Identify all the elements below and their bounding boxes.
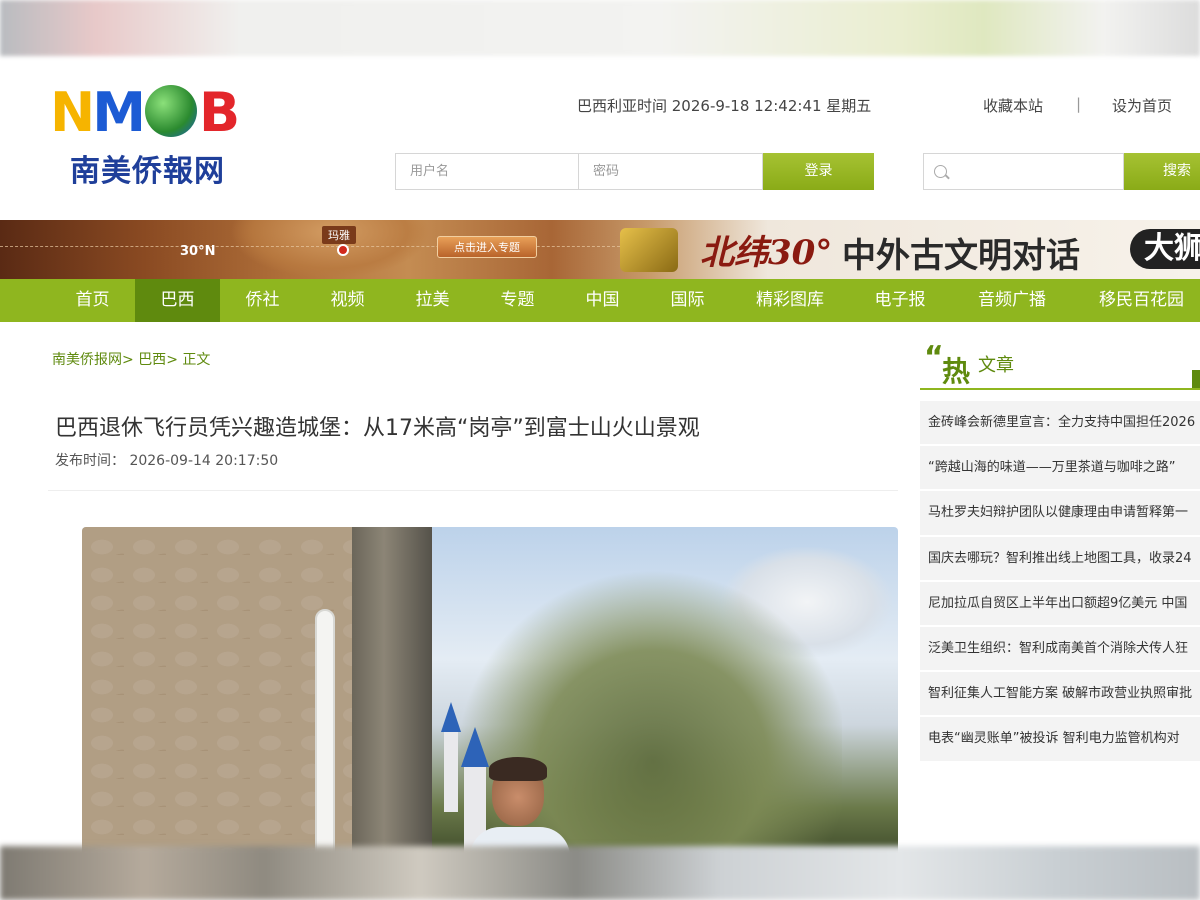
nav-item-video[interactable]: 视频 (305, 279, 390, 322)
photo-tower (352, 527, 432, 857)
hot-article-item[interactable]: 电表“幽灵账单”被投诉 智利电力监管机构对 (920, 717, 1200, 763)
set-homepage-link[interactable]: 设为首页 (1112, 95, 1172, 116)
breadcrumb-current: 正文 (182, 352, 211, 368)
site-logo[interactable]: NM B 南美侨報网 (50, 84, 245, 194)
main-nav: 首页 巴西 侨社 视频 拉美 专题 中国 国际 精彩图库 电子报 音频广播 移民… (0, 279, 1200, 322)
search-icon (934, 165, 947, 178)
nav-item-international[interactable]: 国际 (645, 279, 730, 322)
publish-time: 2026-09-14 20:17:50 (129, 453, 279, 469)
nav-item-epaper[interactable]: 电子报 (855, 279, 945, 322)
publish-label: 发布时间： (55, 453, 125, 469)
hot-article-item[interactable]: “跨越山海的味道——万里茶道与咖啡之路” (920, 446, 1200, 492)
hot-article-item[interactable]: 马杜罗夫妇辩护团队以健康理由申请暂释第一 (920, 491, 1200, 537)
breadcrumb-home[interactable]: 南美侨报网 (52, 352, 122, 368)
breadcrumb-brazil[interactable]: 巴西 (138, 352, 166, 368)
hot-header-underline (920, 388, 1200, 390)
nav-item-audio[interactable]: 音频广播 (962, 279, 1062, 322)
banner-calligraphy: 北纬30° (700, 233, 833, 273)
publish-info: 发布时间： 2026-09-14 20:17:50 (55, 450, 278, 470)
header-separator: | (1076, 95, 1082, 113)
articles-label: 文章 (978, 355, 1014, 376)
breadcrumb-separator: > (166, 352, 178, 368)
favorite-link[interactable]: 收藏本站 (983, 95, 1043, 116)
nav-item-topics[interactable]: 专题 (475, 279, 560, 322)
hot-article-item[interactable]: 智利征集人工智能方案 破解市政营业执照审批 (920, 672, 1200, 718)
hot-article-item[interactable]: 尼加拉瓜自贸区上半年出口额超9亿美元 中国 (920, 581, 1200, 627)
article-title: 巴西退休飞行员凭兴趣造城堡：从17米高“岗亭”到富士山火山景观 (55, 416, 700, 441)
nav-item-latam[interactable]: 拉美 (390, 279, 475, 322)
photo-person-hair (489, 757, 547, 781)
blurred-bottom-strip (0, 846, 1200, 900)
breadcrumb: 南美侨报网> 巴西> 正文 (52, 349, 210, 369)
artifact-image (620, 228, 678, 272)
nav-item-community[interactable]: 侨社 (220, 279, 305, 322)
search-input[interactable] (923, 153, 1124, 190)
banner-end-badge: 大狮 (1130, 229, 1200, 269)
hot-article-item[interactable]: 金砖峰会新德里宣言：全力支持中国担任2026 (920, 401, 1200, 447)
location-dot-icon (337, 244, 349, 256)
photo-turret (441, 702, 461, 812)
latitude-label: 30°N (180, 244, 216, 259)
article-photo (82, 527, 898, 857)
hot-article-item[interactable]: 泛美卫生组织：智利成南美首个消除犬传人狂 (920, 626, 1200, 673)
photo-stone-wall (82, 527, 352, 857)
username-input[interactable]: 用户名 (395, 153, 579, 190)
topic-banner[interactable]: 30°N 玛雅 点击进入专题 北纬30° 中外古文明对话 大狮 (0, 220, 1200, 279)
nav-item-home[interactable]: 首页 (50, 279, 135, 322)
quote-mark-icon: “ (924, 340, 944, 375)
search-button[interactable]: 搜索 (1124, 153, 1200, 190)
hot-articles-list: 金砖峰会新德里宣言：全力支持中国担任2026 “跨越山海的味道——万里茶道与咖啡… (920, 401, 1200, 763)
logo-mark: NM B (50, 81, 240, 144)
enter-topic-button[interactable]: 点击进入专题 (437, 236, 537, 258)
banner-title: 中外古文明对话 (842, 236, 1080, 276)
nav-item-immigration[interactable]: 移民百花园 (1083, 279, 1200, 322)
logo-subtitle: 南美侨報网 (70, 154, 225, 189)
hot-label: 热 (942, 355, 971, 388)
login-button[interactable]: 登录 (763, 153, 874, 190)
hot-article-item[interactable]: 国庆去哪玩？智利推出线上地图工具，收录24 (920, 536, 1200, 582)
blurred-top-strip (0, 0, 1200, 56)
brasilia-datetime: 巴西利亚时间 2026-9-18 12:42:41 星期五 (577, 97, 872, 115)
nav-item-brazil[interactable]: 巴西 (135, 279, 220, 322)
nav-item-china[interactable]: 中国 (560, 279, 645, 322)
page: NM B 南美侨報网 巴西利亚时间 2026-9-18 12:42:41 星期五 … (0, 0, 1200, 900)
photo-window (315, 609, 335, 857)
title-divider (48, 490, 898, 491)
maya-label: 玛雅 (322, 226, 356, 244)
nav-item-gallery[interactable]: 精彩图库 (740, 279, 840, 322)
breadcrumb-separator: > (122, 352, 134, 368)
hot-articles-header: “ 热 文章 (920, 340, 1200, 392)
password-input[interactable]: 密码 (579, 153, 763, 190)
hot-header-mark (1192, 370, 1200, 388)
